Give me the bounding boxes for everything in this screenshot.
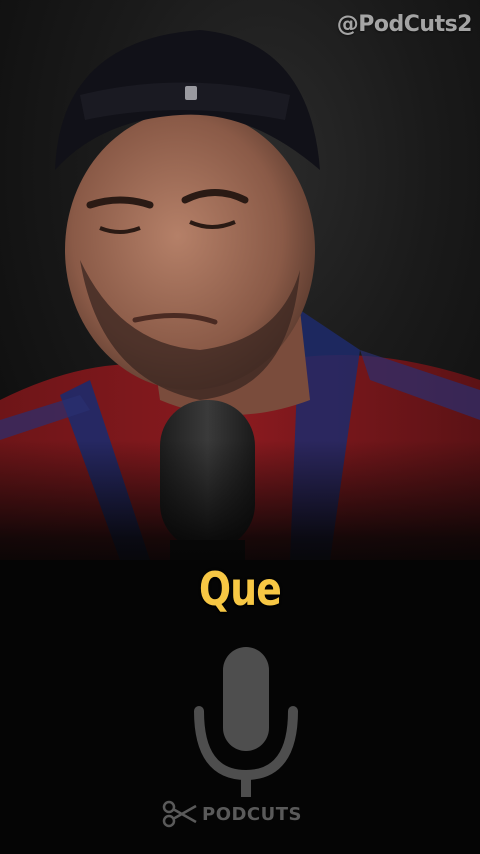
video-frame: @PodCuts2: [0, 0, 480, 560]
brand-name: PODCUTS: [202, 803, 303, 825]
bottom-fade: [0, 440, 480, 560]
podcuts-logo: PODCUTS: [162, 800, 322, 828]
video-player[interactable]: @PodCuts2 Que PODCUTS: [0, 0, 480, 854]
scissors-icon: [162, 800, 197, 828]
channel-watermark: @PodCuts2: [336, 12, 473, 37]
microphone-icon: [194, 647, 298, 797]
caption-text: Que: [198, 562, 282, 616]
